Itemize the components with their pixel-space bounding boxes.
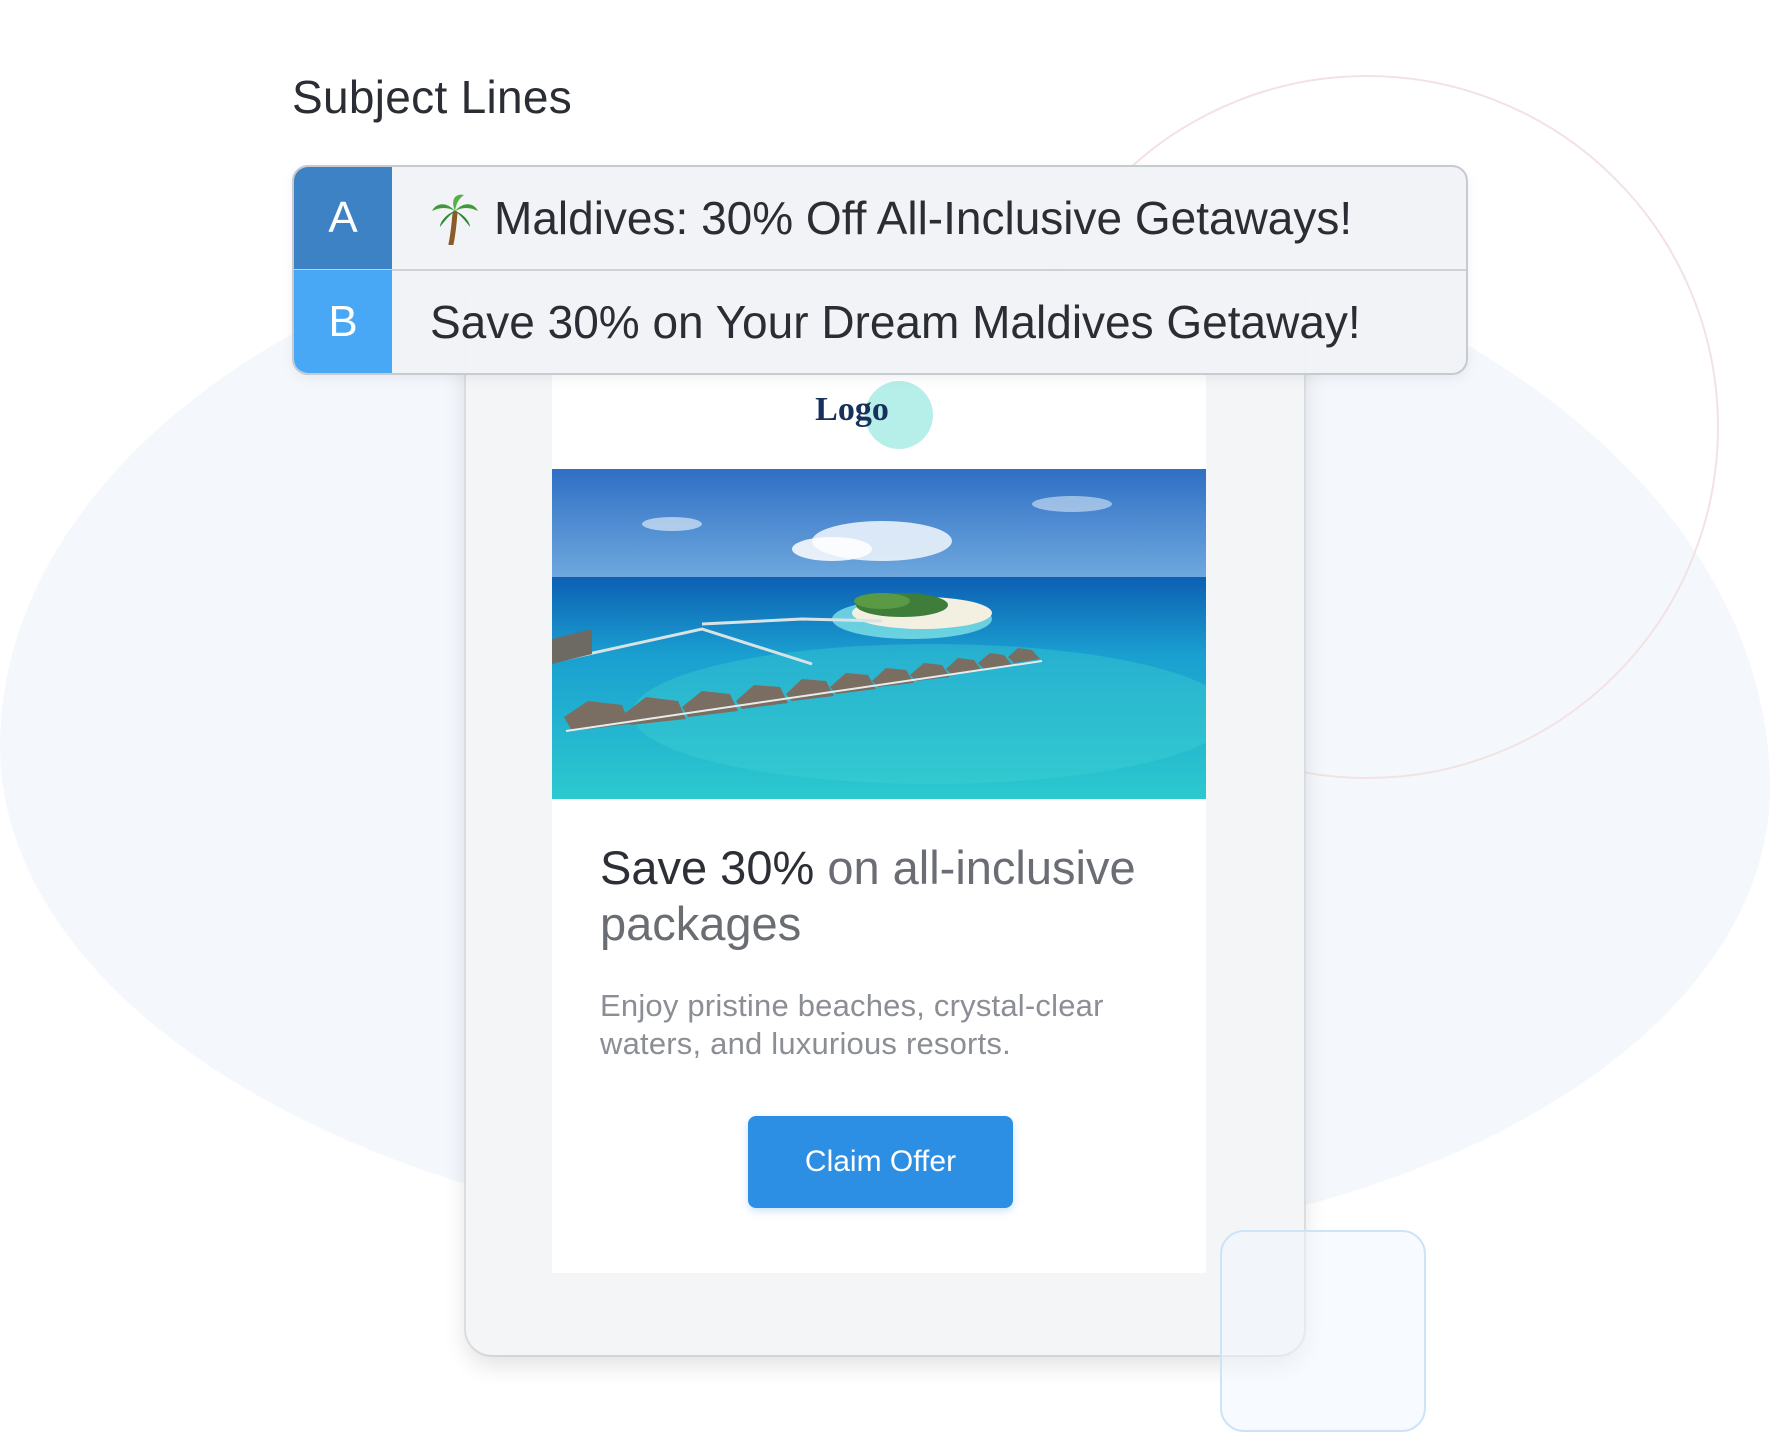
claim-offer-button[interactable]: Claim Offer <box>748 1116 1013 1208</box>
variant-a-badge: A <box>294 167 392 269</box>
email-body-text: Enjoy pristine beaches, crystal-clear wa… <box>600 988 1104 1061</box>
hero-image <box>552 469 1206 799</box>
subject-line-a[interactable]: A Maldives: 30% Off All-Inclusive Getawa… <box>294 167 1466 271</box>
subject-line-b-text: Save 30% on Your Dream Maldives Getaway! <box>430 295 1361 348</box>
subject-lines-heading: Subject Lines <box>292 71 573 123</box>
subject-lines-panel: A Maldives: 30% Off All-Inclusive Getawa… <box>292 165 1468 375</box>
logo: Logo <box>815 391 889 428</box>
glass-card <box>1220 1230 1426 1432</box>
palm-tree-icon <box>432 194 478 245</box>
email-preview: Logo Save 30% on all-inclusive packages … <box>552 365 1206 1273</box>
headline-highlight: Save 30% <box>600 841 815 894</box>
email-headline: Save 30% on all-inclusive packages <box>600 840 1180 952</box>
subject-line-b[interactable]: B Save 30% on Your Dream Maldives Getawa… <box>294 270 1466 373</box>
variant-b-badge: B <box>294 270 392 373</box>
email-header: Logo <box>552 365 1206 469</box>
subject-line-a-text: Maldives: 30% Off All-Inclusive Getaways… <box>494 192 1353 244</box>
